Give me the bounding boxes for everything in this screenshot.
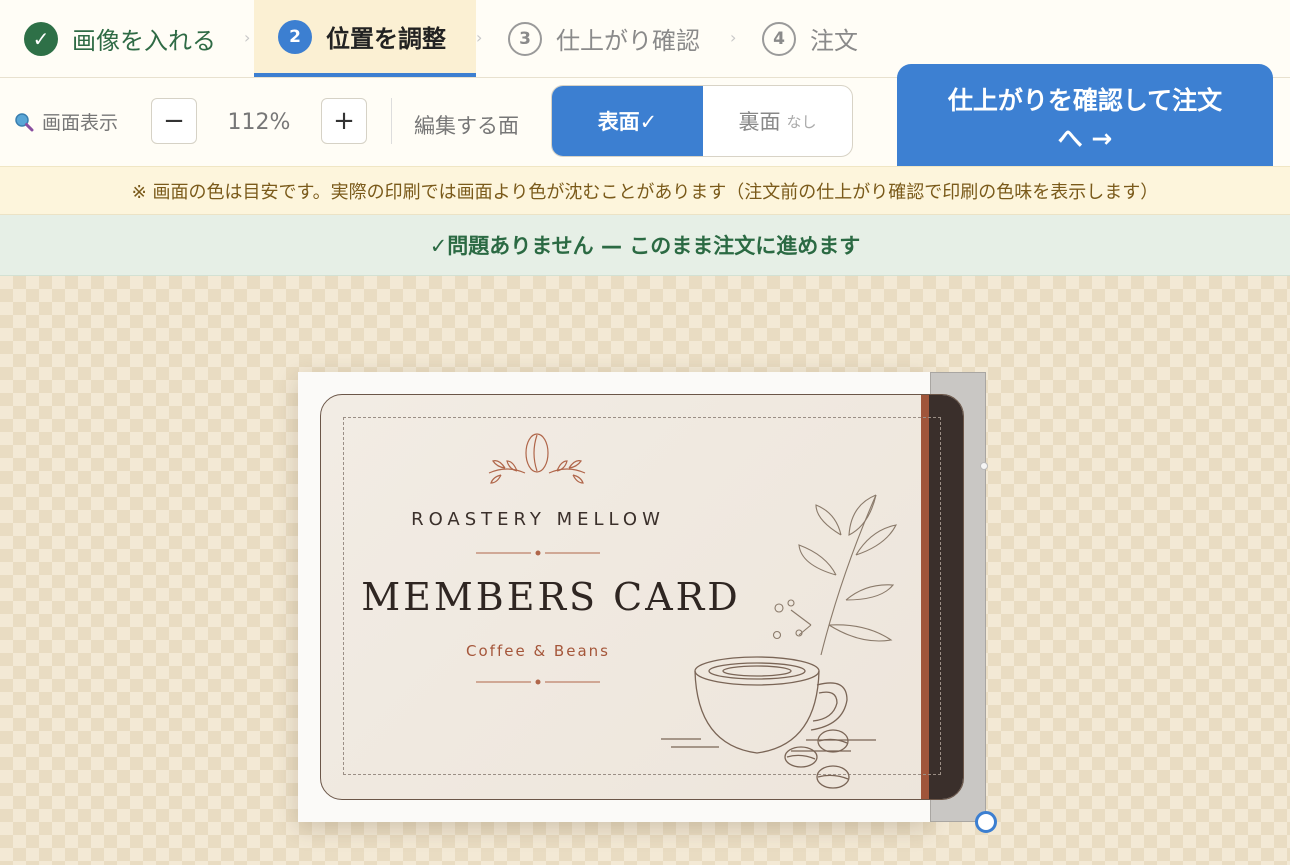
card-image[interactable]: ROASTERY MELLOW MEMBERS CARD Coffee & Be… [320,394,964,800]
step-2-label: 位置を調整 [326,25,446,53]
toolbar-divider [391,98,392,144]
step-4-order[interactable]: 4 注文 [762,0,858,77]
rotate-handle[interactable] [980,462,988,470]
editor-canvas[interactable]: ROASTERY MELLOW MEMBERS CARD Coffee & Be… [0,276,1290,865]
step-2-adjust[interactable]: 2 位置を調整 [254,0,476,77]
chevron-right-icon: › [730,28,737,47]
step-3-label: 仕上がり確認 [556,27,700,55]
resize-handle[interactable] [975,811,997,833]
face-front-button[interactable]: 表面✓ [552,86,703,156]
step-4-label: 注文 [810,27,858,55]
zoom-label-group: 画面表示 [14,108,118,135]
status-ok-banner: ✓問題ありません — このまま注文に進めます [0,215,1290,276]
order-button-line-1: 仕上がりを確認して注文 [947,86,1223,115]
zoom-in-button[interactable]: + [321,98,367,144]
face-back-button[interactable]: 裏面 なし [703,86,852,156]
magnifier-icon [15,112,34,131]
zoom-label: 画面表示 [42,112,119,134]
zoom-level: 112% [227,110,291,135]
step-1-upload[interactable]: ✓ 画像を入れる [24,0,216,77]
face-back-note: なし [786,112,817,131]
card-title: MEMBERS CARD [361,575,741,619]
step-1-label: 画像を入れる [72,27,216,55]
confirm-and-order-button[interactable]: 仕上がりを確認して注文 へ → [897,64,1273,166]
face-selector: 表面✓ 裏面 なし [551,85,853,157]
zoom-out-button[interactable]: − [151,98,197,144]
color-notice: ※ 画面の色は目安です。実際の印刷では画面より色が沈むことがあります（注文前の仕… [0,166,1290,215]
card-brand-name: ROASTERY MELLOW [411,509,665,530]
chevron-right-icon: › [244,28,251,47]
step-4-number: 4 [762,21,796,56]
editor-toolbar: 画面表示 − 112% + 編集する面 表面✓ 裏面 なし 仕上がりを確認して注… [0,64,1290,166]
edit-face-label: 編集する面 [414,114,519,138]
step-2-number: 2 [278,19,312,54]
card-subtitle: Coffee & Beans [466,642,610,660]
step-3-preview[interactable]: 3 仕上がり確認 [508,0,700,77]
chevron-right-icon: › [476,28,483,47]
check-icon: ✓ [24,21,58,56]
step-3-number: 3 [508,21,542,56]
order-button-line-2: へ → [1057,124,1113,153]
face-back-label: 裏面 [738,110,781,134]
